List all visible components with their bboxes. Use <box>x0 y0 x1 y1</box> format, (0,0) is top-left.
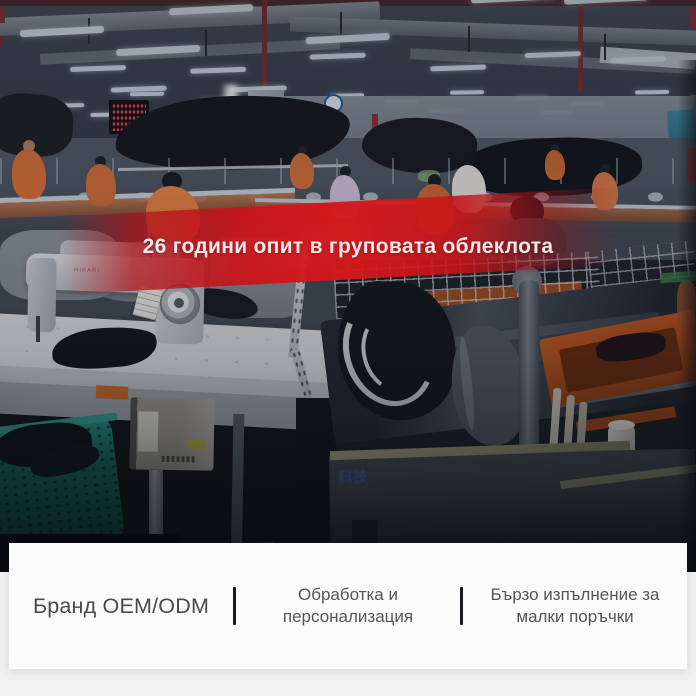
feature-fast-small-orders: Бързо изпълнение за малки поръчки <box>463 584 687 628</box>
feature-label: Бързо изпълнение за малки поръчки <box>490 584 660 626</box>
hero-banner-title: 26 години опит в груповата облеклота <box>142 235 554 258</box>
feature-brand-oem-odm: Бранд OEM/ODM <box>32 593 210 618</box>
feature-processing-personalization: Обработка и персонализация <box>236 584 460 628</box>
feature-label: Обработка и персонализация <box>282 584 414 626</box>
features-card: Бранд OEM/ODM Обработка и персонализация… <box>9 543 687 669</box>
page: HIKARI <box>0 0 696 696</box>
